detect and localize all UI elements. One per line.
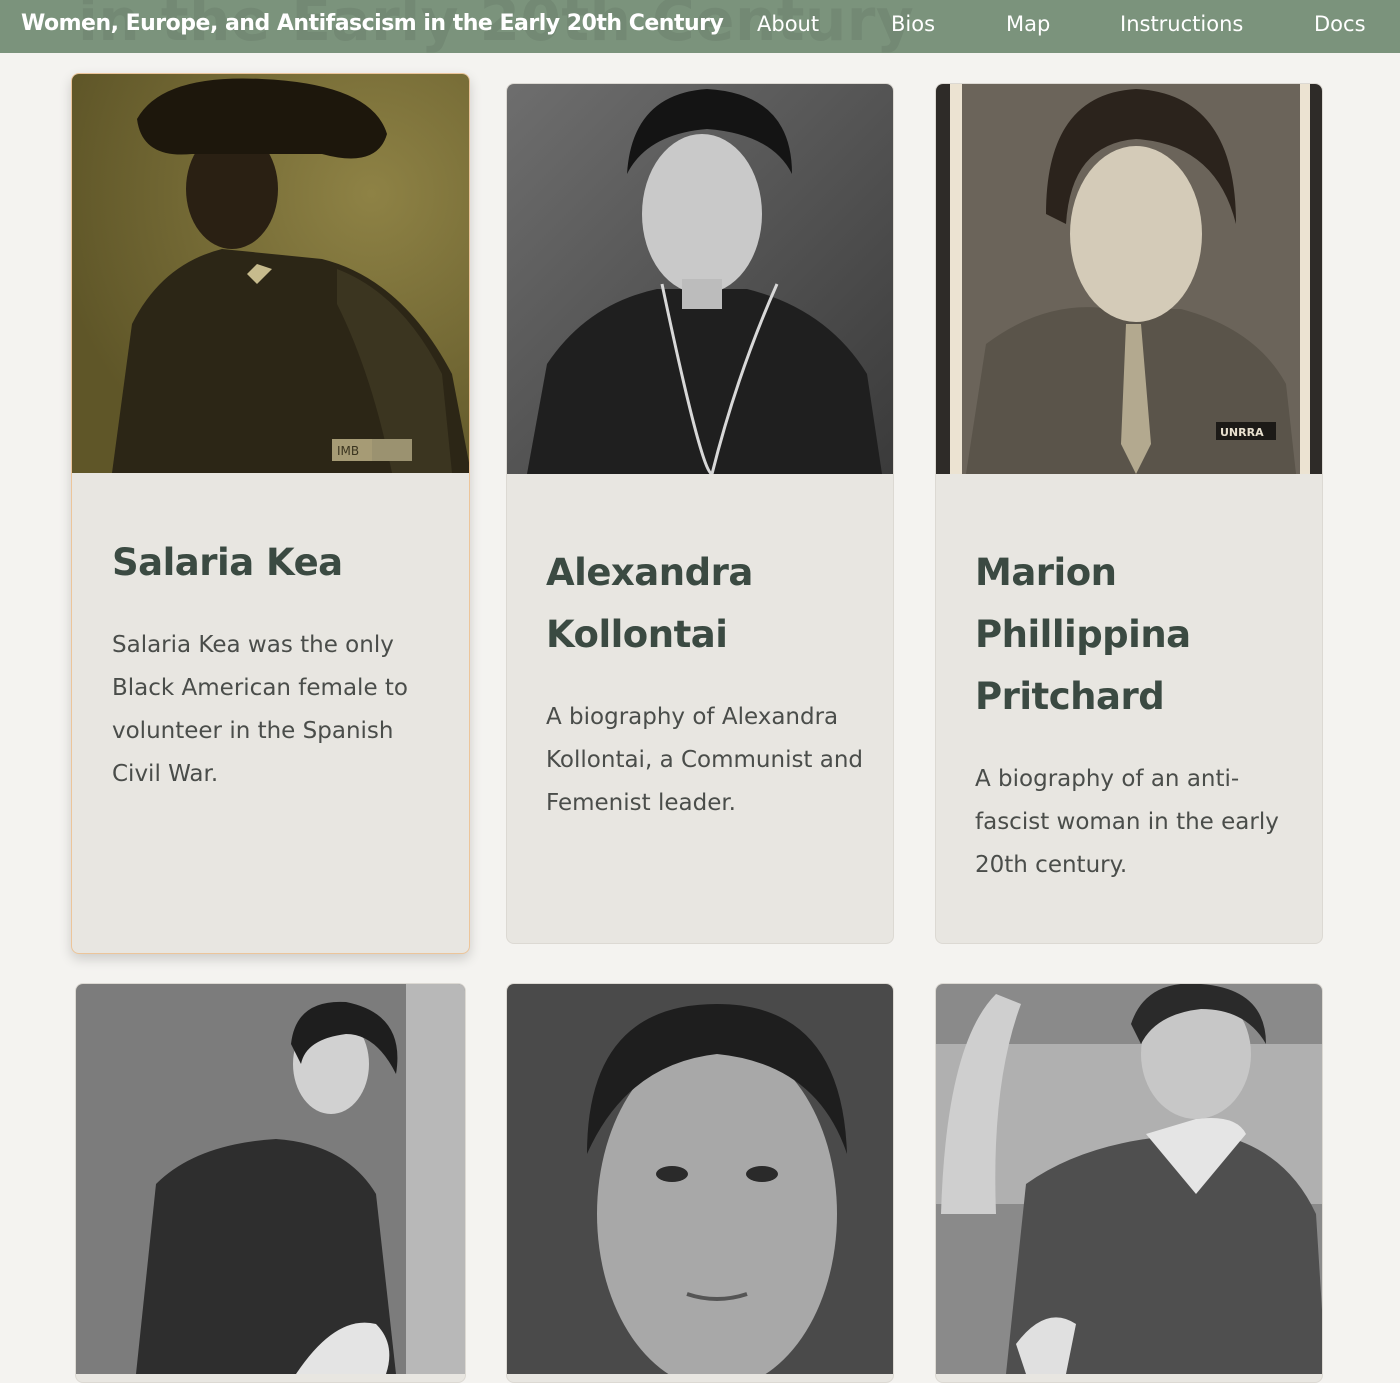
card-description: A biography of Alexandra Kollontai, a Co… bbox=[546, 704, 864, 816]
portrait-alexandra-kollontai bbox=[507, 84, 893, 474]
bio-card-4[interactable] bbox=[75, 983, 466, 1383]
portrait-marion-pritchard: UNRRA bbox=[936, 84, 1322, 474]
nav-instructions[interactable]: Instructions bbox=[1120, 12, 1243, 36]
card-body: Salaria Kea Salaria Kea was the only Bla… bbox=[112, 532, 432, 796]
card-body: Alexandra Kollontai A biography of Alexa… bbox=[546, 542, 866, 825]
top-navbar: in the Early 20th Century Women, Europe,… bbox=[0, 0, 1400, 53]
bio-card-6[interactable] bbox=[935, 983, 1323, 1383]
portrait-salaria-kea: IMB bbox=[72, 74, 469, 473]
card-body: Marion Phillippina Pritchard A biography… bbox=[975, 542, 1295, 887]
card-title: Salaria Kea bbox=[112, 541, 343, 584]
card-description: Salaria Kea was the only Black American … bbox=[112, 632, 408, 787]
portrait-5 bbox=[507, 984, 893, 1374]
nav-map[interactable]: Map bbox=[1006, 12, 1050, 36]
badge-unrra-text: UNRRA bbox=[1220, 426, 1264, 439]
site-title-link[interactable]: Women, Europe, and Antifascism in the Ea… bbox=[21, 11, 724, 36]
bio-card-marion-pritchard[interactable]: UNRRA Marion Phillippina Pritchard A bio… bbox=[935, 83, 1323, 944]
card-title: Marion Phillippina Pritchard bbox=[975, 551, 1191, 718]
bio-card-salaria-kea[interactable]: IMB Salaria Kea Salaria Kea was the only… bbox=[71, 73, 470, 954]
bio-card-5[interactable] bbox=[506, 983, 894, 1383]
bio-card-alexandra-kollontai[interactable]: Alexandra Kollontai A biography of Alexa… bbox=[506, 83, 894, 944]
badge-imb-text: IMB bbox=[337, 444, 359, 458]
nav-bios[interactable]: Bios bbox=[891, 12, 935, 36]
portrait-4 bbox=[76, 984, 465, 1374]
nav-docs[interactable]: Docs bbox=[1314, 12, 1366, 36]
card-description: A biography of an anti-fascist woman in … bbox=[975, 766, 1279, 878]
card-title: Alexandra Kollontai bbox=[546, 551, 753, 656]
nav-about[interactable]: About bbox=[757, 12, 819, 36]
portrait-6 bbox=[936, 984, 1322, 1374]
